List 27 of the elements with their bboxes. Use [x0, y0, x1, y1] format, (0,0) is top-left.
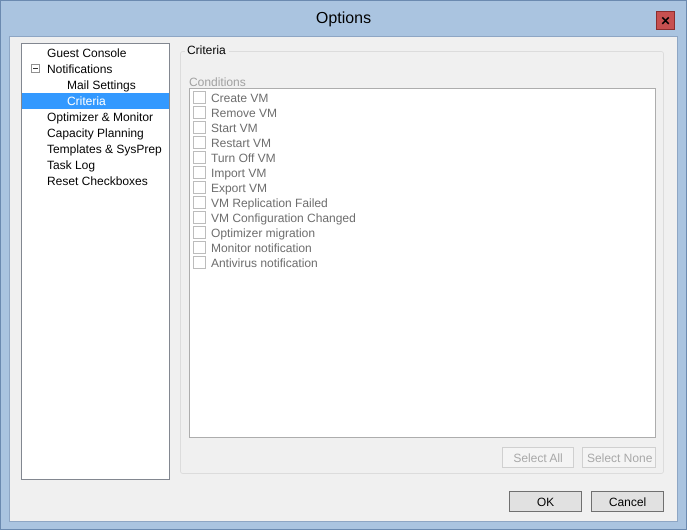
tree-item[interactable]: Capacity Planning: [22, 125, 169, 141]
tree-item[interactable]: Task Log: [22, 157, 169, 173]
tree-item[interactable]: Guest Console: [22, 45, 169, 61]
checkbox-label: Remove VM: [211, 106, 278, 120]
tree-item[interactable]: Mail Settings: [22, 77, 169, 93]
group-title: Criteria: [185, 43, 229, 57]
checkbox-label: VM Configuration Changed: [211, 210, 356, 224]
cancel-button[interactable]: Cancel: [591, 491, 664, 512]
checkbox-label: Import VM: [211, 166, 266, 180]
tree-item[interactable]: Optimizer & Monitor: [22, 109, 169, 125]
tree-item[interactable]: Templates & SysPrep: [22, 141, 169, 157]
list-label: Conditions: [189, 76, 247, 88]
tree-item[interactable]: Notifications: [22, 61, 169, 77]
ok-button[interactable]: OK: [509, 491, 582, 512]
checkbox-label: Turn Off VM: [211, 150, 276, 164]
checkbox-label: VM Replication Failed: [211, 196, 328, 210]
checkbox-label: Create VM: [211, 90, 268, 104]
checkbox-label: Restart VM: [211, 136, 272, 150]
checkbox-label: Export VM: [211, 180, 268, 194]
tree-item[interactable]: Reset Checkboxes: [22, 173, 169, 189]
collapse-icon[interactable]: [31, 64, 40, 73]
checkbox-label: Start VM: [211, 120, 258, 134]
checkbox-label: Monitor notification: [211, 240, 312, 254]
window-title: Options: [316, 10, 372, 28]
checkbox-label: Optimizer migration: [211, 226, 316, 240]
close-button[interactable]: ✕: [656, 11, 675, 30]
checkbox-label: Antivirus notification: [211, 256, 318, 270]
